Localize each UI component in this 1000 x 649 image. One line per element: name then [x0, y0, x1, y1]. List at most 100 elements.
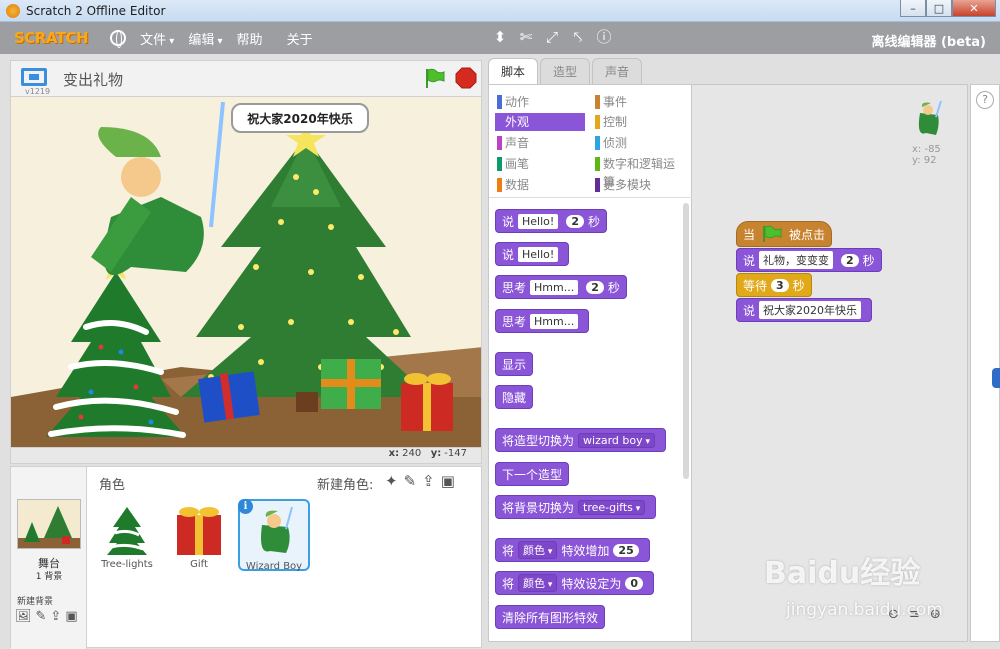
- tab-scripts[interactable]: 脚本: [488, 58, 539, 84]
- menubar: SCRATCH 文件 编辑 帮助 关于 ⬍ ✄ ⤢ ⤣ ⓘ 离线编辑器 (bet…: [0, 22, 1000, 54]
- block-change-effect[interactable]: 将 颜色 特效增加 25: [495, 538, 650, 562]
- green-flag-icon[interactable]: [423, 67, 445, 89]
- delete-scissors-icon[interactable]: ✄: [518, 28, 534, 46]
- block-text: 被点击: [789, 227, 826, 242]
- help-icon[interactable]: ?: [976, 91, 994, 109]
- category-control[interactable]: 控制: [593, 113, 683, 131]
- sprite-tile-tree-lights[interactable]: Tree-lights: [91, 499, 163, 571]
- category-data[interactable]: 数据: [495, 176, 585, 194]
- script-block-say[interactable]: 说 祝大家2020年快乐: [736, 298, 873, 322]
- block-dropdown[interactable]: 颜色: [518, 541, 558, 559]
- paint-sprite-icon[interactable]: ✎: [404, 472, 417, 490]
- block-hide[interactable]: 隐藏: [495, 385, 534, 409]
- maximize-button[interactable]: □: [926, 0, 952, 17]
- menu-file[interactable]: 文件: [140, 29, 174, 48]
- category-sound[interactable]: 声音: [495, 134, 585, 152]
- block-set-effect[interactable]: 将 颜色 特效设定为 0: [495, 571, 655, 595]
- block-input[interactable]: 2: [841, 253, 859, 267]
- block-input[interactable]: 礼物，变变变: [759, 251, 834, 269]
- scratch-logo[interactable]: SCRATCH: [14, 29, 89, 47]
- block-say[interactable]: 说 Hello!: [495, 242, 570, 266]
- block-input[interactable]: 3: [771, 278, 789, 292]
- category-sensing[interactable]: 侦测: [593, 134, 683, 152]
- block-show[interactable]: 显示: [495, 352, 534, 376]
- category-more-blocks[interactable]: 更多模块: [593, 176, 683, 194]
- camera-sprite-icon[interactable]: ▣: [441, 472, 455, 490]
- block-think[interactable]: 思考 Hmm...: [495, 309, 590, 333]
- block-input[interactable]: Hmm...: [530, 313, 579, 329]
- block-input[interactable]: Hello!: [518, 213, 559, 229]
- window-controls: – □ ✕: [900, 0, 996, 17]
- block-text: 秒: [792, 278, 805, 293]
- script-block-wait[interactable]: 等待 3 秒: [736, 273, 812, 297]
- block-switch-costume[interactable]: 将造型切换为 wizard boy: [495, 428, 667, 452]
- stage-selector[interactable]: 舞台 1 背景 新建背景 🖼 ✎ ⇪ ▣: [11, 467, 87, 649]
- grow-icon[interactable]: ⤢: [544, 28, 560, 46]
- menu-edit[interactable]: 编辑: [188, 29, 222, 48]
- block-think-for-secs[interactable]: 思考 Hmm... 2 秒: [495, 275, 627, 299]
- block-clear-effects[interactable]: 清除所有图形特效: [495, 605, 606, 629]
- block-help-icon[interactable]: ⓘ: [596, 28, 612, 46]
- menu-about[interactable]: 关于: [287, 29, 313, 48]
- block-input[interactable]: 25: [613, 543, 639, 557]
- stop-sign-icon[interactable]: [455, 67, 477, 89]
- palette-scrollbar[interactable]: [683, 203, 689, 479]
- project-title[interactable]: 变出礼物: [63, 69, 123, 90]
- upload-sprite-icon[interactable]: ⇪: [422, 472, 435, 490]
- menu-help[interactable]: 帮助: [237, 29, 263, 48]
- block-input[interactable]: 2: [586, 280, 604, 294]
- mouse-y: -147: [444, 448, 467, 459]
- sprite-tile-gift[interactable]: Gift: [163, 499, 235, 571]
- upload-backdrop-icon[interactable]: ⇪: [50, 609, 61, 624]
- block-text: 隐藏: [502, 390, 527, 405]
- backdrop-library-icon[interactable]: 🖼: [15, 609, 32, 624]
- block-text: 等待: [743, 278, 768, 293]
- script-block-say-for-secs[interactable]: 说 礼物，变变变 2 秒: [736, 248, 882, 272]
- tab-costumes[interactable]: 造型: [540, 58, 591, 84]
- block-text: 秒: [862, 253, 875, 268]
- current-sprite-thumbnail: [918, 100, 942, 135]
- paint-backdrop-icon[interactable]: ✎: [36, 609, 47, 624]
- category-motion[interactable]: 动作: [495, 93, 585, 111]
- sprite-tile-wizard-boy[interactable]: i Wizard Boy: [238, 499, 310, 572]
- side-panel-handle[interactable]: [992, 368, 1000, 388]
- hat-when-flag-clicked[interactable]: 当 被点击: [736, 221, 833, 247]
- sprite-library-icon[interactable]: ✦: [385, 472, 398, 490]
- tab-sounds[interactable]: 声音: [592, 58, 643, 84]
- category-looks[interactable]: 外观: [495, 113, 585, 131]
- sprite-info-icon[interactable]: i: [238, 499, 253, 514]
- tree-lights-thumbnail: [107, 507, 147, 555]
- block-input[interactable]: 2: [566, 214, 584, 228]
- block-input[interactable]: 祝大家2020年快乐: [759, 301, 862, 319]
- version-label: v1219: [25, 87, 51, 96]
- block-input[interactable]: Hmm...: [530, 279, 579, 295]
- block-text: 说: [743, 253, 756, 268]
- minimize-button[interactable]: –: [900, 0, 926, 17]
- block-text: 秒: [607, 280, 620, 295]
- camera-backdrop-icon[interactable]: ▣: [65, 609, 77, 624]
- current-sprite-info: x: -85 y: 92: [912, 99, 944, 166]
- block-switch-backdrop[interactable]: 将背景切换为 tree-gifts: [495, 495, 657, 519]
- block-dropdown[interactable]: tree-gifts: [578, 499, 646, 515]
- watermark-brand: Baidu经验: [764, 556, 921, 591]
- category-events[interactable]: 事件: [593, 93, 683, 111]
- category-operators[interactable]: 数字和逻辑运算: [593, 155, 683, 189]
- category-pen[interactable]: 画笔: [495, 155, 585, 173]
- block-dropdown[interactable]: 颜色: [518, 574, 558, 592]
- close-button[interactable]: ✕: [952, 0, 996, 17]
- block-say-for-secs[interactable]: 说 Hello! 2 秒: [495, 209, 607, 233]
- stage-thumbnail[interactable]: [17, 499, 81, 549]
- x-label: x:: [388, 448, 400, 459]
- block-next-costume[interactable]: 下一个造型: [495, 462, 570, 486]
- stage-canvas[interactable]: 祝大家2020年快乐: [10, 96, 482, 448]
- block-input[interactable]: 0: [625, 576, 644, 590]
- shrink-icon[interactable]: ⤣: [570, 28, 586, 46]
- language-globe-icon[interactable]: [110, 30, 127, 48]
- duplicate-stamp-icon[interactable]: ⬍: [492, 28, 508, 46]
- presentation-mode-icon[interactable]: [21, 68, 47, 86]
- wizard-boy-sprite: [91, 101, 225, 276]
- block-input[interactable]: Hello!: [518, 246, 559, 262]
- mouse-coords: x: 240 y: -147: [10, 448, 482, 464]
- block-dropdown[interactable]: wizard boy: [578, 432, 656, 448]
- gift-thumbnail: [177, 507, 221, 555]
